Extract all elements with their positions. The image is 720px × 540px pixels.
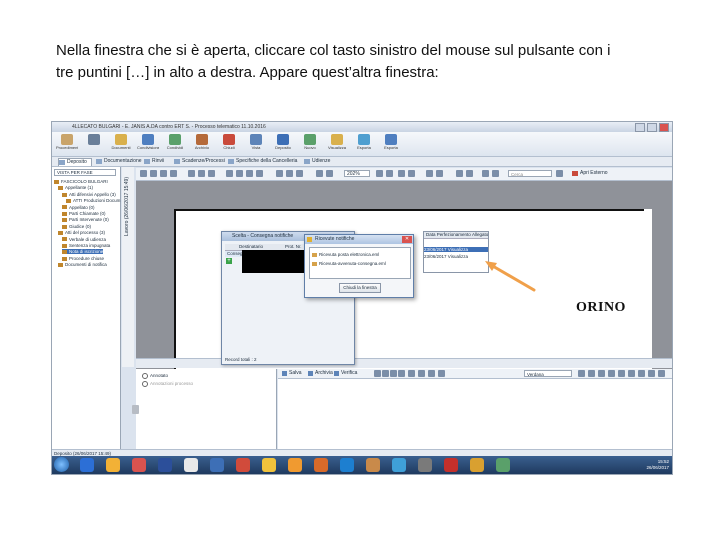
caption-line-2: tre puntini […] in alto a destra. Appare…: [56, 64, 439, 81]
instruction-caption: Nella finestra che si è aperta, cliccare…: [56, 40, 676, 84]
annotation-arrow: [485, 261, 536, 292]
arrow-shaft: [489, 263, 536, 292]
application-screenshot: 4LLECATO BULGARI - E. JANIS A.DA contro …: [51, 121, 673, 475]
caption-line-1: Nella finestra che si è aperta, cliccare…: [56, 42, 611, 59]
